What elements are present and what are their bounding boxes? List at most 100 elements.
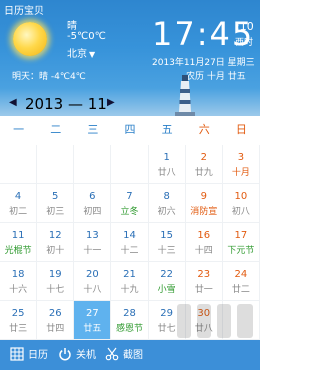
weekday-header: 一 二 三 四 五 六 日 (0, 116, 260, 144)
lighthouse-icon (175, 75, 195, 116)
calendar-day-cell[interactable]: 16 十四 (185, 223, 223, 262)
calendar-day-cell[interactable]: 11 光棍节 (0, 223, 38, 262)
lunar-day-label: 下元节 (227, 246, 255, 256)
lunar-day-label: 廿四 (46, 324, 65, 334)
calendar-day-cell[interactable]: 28 感恩节 (111, 301, 149, 340)
day-number: 8 (163, 191, 170, 202)
calendar-day-cell[interactable]: 19 十七 (37, 262, 75, 301)
screenshot-button-label: 截图 (123, 350, 143, 361)
day-number: 24 (234, 269, 248, 280)
day-number: 6 (89, 191, 96, 202)
calendar-day-cell[interactable]: 2 廿九 (185, 145, 223, 184)
day-number: 1 (163, 152, 170, 163)
calendar-day-cell[interactable]: 9 消防宣 (185, 184, 223, 223)
bottom-toolbar: 日历 关机 截图 (0, 340, 260, 370)
scissors-icon (105, 347, 119, 360)
triangle-left-icon[interactable]: ◀ (9, 97, 17, 108)
weather-temperature: -5℃0℃ (67, 31, 106, 42)
lunar-day-label: 感恩节 (115, 324, 143, 334)
calendar-day-cell[interactable]: 6 初四 (74, 184, 112, 223)
tomorrow-forecast: 明天：晴 -4℃4℃ (12, 72, 86, 82)
triangle-right-icon[interactable]: ▶ (107, 97, 115, 108)
calendar-day-cell[interactable]: 18 十六 (0, 262, 38, 301)
sun-icon (13, 22, 47, 56)
day-number: 10 (234, 191, 248, 202)
city-name: 北京 (67, 49, 87, 60)
weekday-label: 五 (161, 123, 173, 136)
year-month-label: 2013 — 11 (25, 95, 107, 113)
calendar-day-cell[interactable]: 10 初八 (222, 184, 260, 223)
shutdown-button-label: 关机 (76, 350, 96, 361)
day-number: 3 (237, 152, 245, 163)
lunar-day-label: 十七 (46, 285, 65, 295)
app-title: 日历宝贝 (4, 6, 44, 17)
day-number: 27 (85, 308, 99, 319)
day-number: 22 (160, 269, 173, 280)
lunar-day-label: 廿三 (9, 324, 28, 334)
lunar-day-label: 初六 (157, 207, 176, 217)
watermark-logo (177, 304, 253, 338)
weekday-label: 三 (87, 123, 99, 136)
lunar-day-label: 光棍节 (4, 246, 32, 256)
day-number: 11 (11, 230, 25, 241)
day-number: 20 (85, 269, 99, 280)
lunar-day-label: 十四 (194, 246, 213, 256)
calendar-day-cell[interactable]: 22 小雪 (148, 262, 186, 301)
calendar-button[interactable]: 日历 (10, 346, 48, 361)
calendar-day-cell[interactable]: 12 初十 (37, 223, 75, 262)
calendar-grid-icon (10, 346, 24, 361)
calendar-day-cell[interactable]: 21 十九 (111, 262, 149, 301)
shutdown-button[interactable]: 关机 (58, 346, 96, 361)
screenshot-button[interactable]: 截图 (105, 346, 143, 361)
weekday-label: 二 (50, 123, 62, 136)
weekday-label: 六 (198, 123, 210, 136)
day-number: 5 (52, 191, 59, 202)
lunar-day-label: 十九 (120, 285, 139, 295)
calendar-day-cell[interactable]: 17 下元节 (222, 223, 260, 262)
lunar-day-label: 廿八 (157, 168, 176, 178)
calendar-day-cell[interactable]: 27 廿五 (74, 301, 112, 340)
lunar-day-label: 十一 (83, 246, 102, 256)
weekday-label: 日 (235, 123, 247, 136)
calendar-day-cell[interactable]: 23 廿一 (185, 262, 223, 301)
calendar-day-cell (0, 145, 38, 184)
calendar-day-cell[interactable]: 4 初二 (0, 184, 38, 223)
city-selector[interactable]: 北京 ▼ (67, 45, 95, 60)
lunar-day-label: 初二 (9, 207, 28, 217)
calendar-day-cell (111, 145, 149, 184)
lunar-day-label: 十六 (9, 285, 28, 295)
calendar-day-cell[interactable]: 1 廿八 (148, 145, 186, 184)
weekday-label: 一 (13, 123, 25, 136)
calendar-day-cell[interactable]: 8 初六 (148, 184, 186, 223)
lunar-day-label: 初十 (46, 246, 65, 256)
calendar-day-cell (74, 145, 112, 184)
clock-timezone: 西时 (235, 38, 254, 48)
header-panel: 日历宝贝 晴 -5℃0℃ 北京 ▼ 17:45 :10 西时 2013年11月27… (0, 0, 260, 88)
lunar-day-label: 廿九 (194, 168, 213, 178)
calendar-day-cell[interactable]: 3 十月 (222, 145, 260, 184)
day-number: 4 (14, 191, 22, 202)
lunar-day-label: 小雪 (157, 285, 176, 295)
calendar-day-cell[interactable]: 13 十一 (74, 223, 112, 262)
weekday-label: 四 (124, 123, 136, 136)
calendar-day-cell[interactable]: 14 十二 (111, 223, 149, 262)
calendar-day-cell[interactable]: 24 廿二 (222, 262, 260, 301)
calendar-day-cell[interactable]: 20 十八 (74, 262, 112, 301)
lunar-day-label: 十二 (120, 246, 139, 256)
calendar-day-cell[interactable]: 26 廿四 (37, 301, 75, 340)
day-number: 13 (85, 230, 99, 241)
lunar-day-label: 十月 (231, 168, 250, 178)
day-number: 25 (11, 308, 25, 319)
calendar-day-cell[interactable]: 25 廿三 (0, 301, 38, 340)
day-number: 26 (48, 308, 62, 319)
day-number: 28 (123, 308, 136, 319)
power-icon (59, 347, 71, 360)
lunar-day-label: 消防宣 (190, 207, 218, 217)
day-number: 15 (160, 230, 173, 241)
lunar-day-label: 廿一 (194, 285, 213, 295)
calendar-day-cell[interactable]: 7 立冬 (111, 184, 149, 223)
day-number: 7 (126, 191, 133, 202)
calendar-day-cell[interactable]: 15 十三 (148, 223, 186, 262)
calendar-day-cell[interactable]: 5 初三 (37, 184, 75, 223)
chevron-down-icon: ▼ (89, 50, 96, 59)
